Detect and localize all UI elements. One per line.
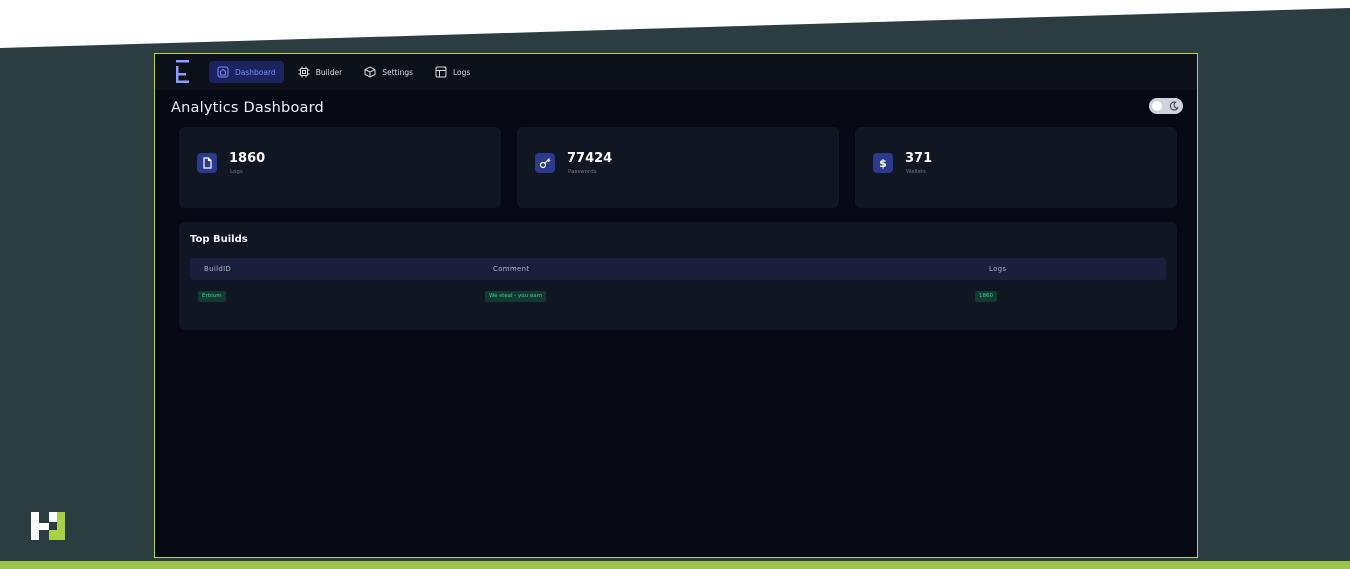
app-window: Dashboard Builder Settings Logs Analytic… <box>154 53 1198 558</box>
layout-icon <box>435 66 447 78</box>
top-builds-panel: Top Builds BuildID Comment Logs Erbium W… <box>179 222 1177 330</box>
stat-card-passwords: 77424 Passwords <box>517 127 839 208</box>
cpu-icon <box>298 66 310 78</box>
column-header-comment: Comment <box>493 265 530 273</box>
stat-passwords-value: 77424 <box>567 151 613 166</box>
dollar-icon: $ <box>873 153 893 173</box>
key-icon <box>539 158 551 169</box>
file-icon <box>203 157 212 169</box>
bottom-accent-bar <box>0 561 1350 569</box>
stat-wallets-label: Wallets <box>906 169 926 175</box>
top-builds-title: Top Builds <box>190 234 248 245</box>
column-header-logs: Logs <box>989 265 1007 273</box>
stat-logs-value: 1860 <box>229 151 266 166</box>
toggle-knob <box>1152 101 1162 111</box>
box-icon <box>364 66 376 78</box>
build-id-tag: Erbium <box>198 291 226 302</box>
logs-count-tag: 1860 <box>975 291 997 302</box>
brand-logo-icon <box>31 512 65 540</box>
column-header-buildid: BuildID <box>204 265 232 273</box>
stat-passwords-icon-badge <box>535 153 555 173</box>
nav-settings[interactable]: Settings <box>356 61 421 83</box>
stat-card-logs: 1860 Logs <box>179 127 501 208</box>
app-logo-icon[interactable] <box>173 59 193 85</box>
theme-toggle[interactable] <box>1149 98 1183 114</box>
nav-dashboard[interactable]: Dashboard <box>209 61 284 83</box>
page-title: Analytics Dashboard <box>171 100 324 116</box>
stat-wallets-value: 371 <box>905 151 933 166</box>
nav-logs[interactable]: Logs <box>427 61 478 83</box>
nav-settings-label: Settings <box>382 67 413 77</box>
nav-builder-label: Builder <box>315 67 343 77</box>
nav-dashboard-label: Dashboard <box>235 67 276 77</box>
stat-logs-icon-badge <box>197 153 217 173</box>
home-icon <box>217 66 229 78</box>
table-header: BuildID Comment Logs <box>190 258 1166 280</box>
stat-card-wallets: $ 371 Wallets <box>855 127 1177 208</box>
stat-logs-label: Logs <box>230 169 243 175</box>
dollar-glyph: $ <box>879 156 887 170</box>
comment-tag: We steal - you earn <box>485 291 547 302</box>
nav-logs-label: Logs <box>453 67 471 77</box>
top-navbar: Dashboard Builder Settings Logs <box>155 54 1197 90</box>
moon-icon <box>1169 101 1179 111</box>
stat-passwords-label: Passwords <box>568 169 597 175</box>
nav-builder[interactable]: Builder <box>290 61 351 83</box>
